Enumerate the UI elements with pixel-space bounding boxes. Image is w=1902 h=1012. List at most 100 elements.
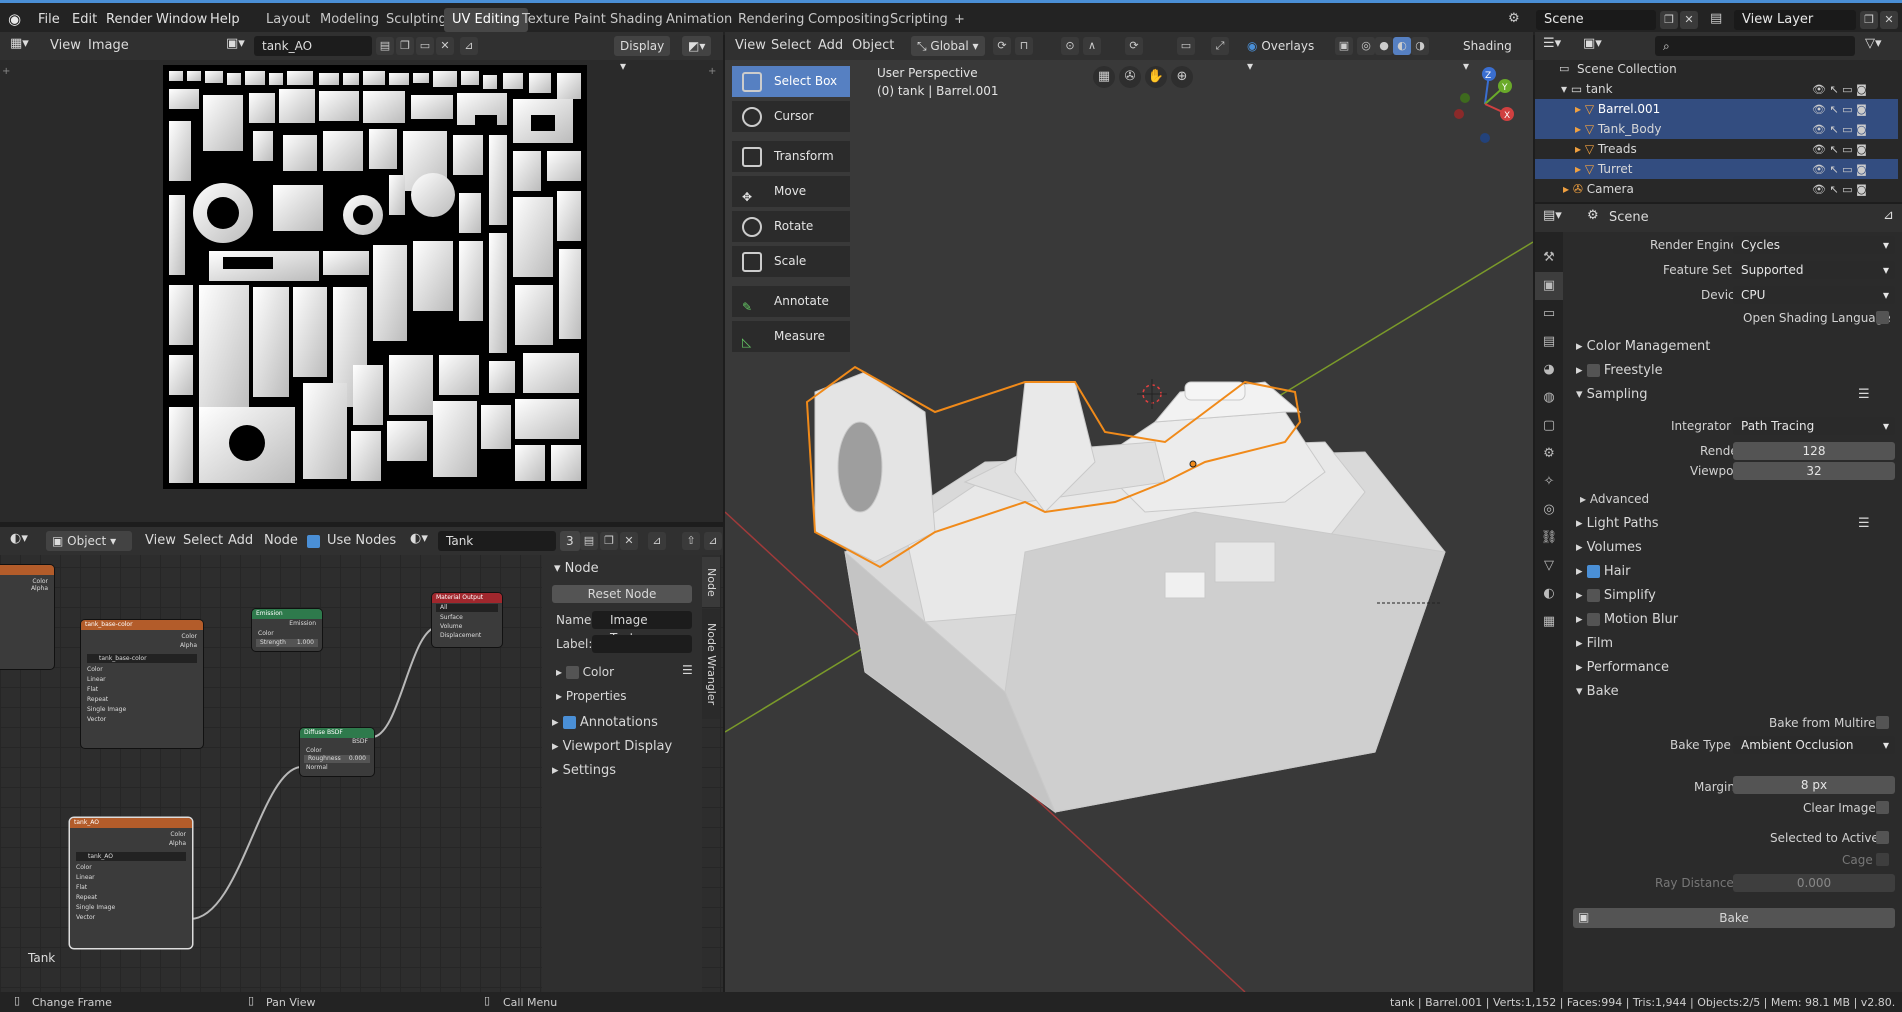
proportional-icon[interactable]: ⊙ xyxy=(1061,37,1079,55)
object-tab-icon[interactable]: ▢ xyxy=(1535,412,1563,440)
shading-rendered-icon[interactable]: ◑ xyxy=(1411,37,1429,55)
properties-subpanel[interactable]: ▸ Properties xyxy=(556,689,627,703)
physics-tab-icon[interactable]: ◎ xyxy=(1535,496,1563,524)
node-material-output[interactable]: Material Output All Surface Volume Displac… xyxy=(432,593,502,647)
settings-panel[interactable]: ▸ Settings xyxy=(552,763,616,778)
shading-dropdown[interactable]: Shading ▾ xyxy=(1457,36,1521,73)
outliner-restrict-icons[interactable]: 👁 ↖ ▭ ◙ 👁 ↖ ▭ ◙ 👁 ↖ ▭ ◙ 👁 ↖ ▭ ◙ 👁 ↖ ▭ ◙ 👁 ↖ ▭… xyxy=(1812,80,1900,200)
add-workspace-button[interactable]: + xyxy=(946,8,973,32)
tool-cursor[interactable]: Cursor xyxy=(732,101,850,132)
image-editor-corner-icon-right[interactable]: + xyxy=(708,66,716,77)
render-engine-dropdown[interactable]: Cycles ▾ xyxy=(1733,236,1895,254)
node-partial[interactable]: Color Alpha xyxy=(0,565,54,669)
image-save-icon[interactable]: ▤ xyxy=(376,37,394,55)
delete-view-layer-icon[interactable]: ✕ xyxy=(1880,11,1898,29)
menu-file[interactable]: File xyxy=(38,12,60,27)
annotations-panel[interactable]: ▸ Annotations xyxy=(552,715,658,730)
color-subpanel[interactable]: ▸ Color xyxy=(556,665,614,679)
camera-icon[interactable]: ✇ xyxy=(1119,66,1141,88)
navigation-gizmo[interactable]: Z Y X xyxy=(1445,62,1525,152)
ray-distance-field[interactable]: 0.000 xyxy=(1733,874,1895,892)
light-paths-panel[interactable]: ▸ Light Paths xyxy=(1576,516,1659,531)
light-paths-presets-icon[interactable]: ☰ xyxy=(1858,516,1870,531)
image-close-icon[interactable]: ✕ xyxy=(436,37,454,55)
editor-type-icon[interactable]: ▦▾ xyxy=(10,36,29,51)
menu-help[interactable]: Help xyxy=(210,12,240,27)
pin-icon[interactable]: ⊿ xyxy=(648,532,666,550)
menu-add[interactable]: Add xyxy=(818,38,843,53)
image-editor-corner-icon[interactable]: + xyxy=(2,66,10,77)
bake-multires-checkbox[interactable] xyxy=(1876,716,1889,729)
unlink-material-icon[interactable]: ✕ xyxy=(620,532,638,550)
list-icon[interactable]: ☰ xyxy=(682,663,693,677)
texture-tab-icon[interactable]: ▦ xyxy=(1535,608,1563,636)
display-mode-icon[interactable]: ▣▾ xyxy=(1583,36,1602,51)
overlays-dropdown[interactable]: ◉ Overlays ▾ xyxy=(1241,36,1327,73)
menu-image[interactable]: Image xyxy=(88,38,129,53)
outliner-search-input[interactable]: ⌕ xyxy=(1655,36,1855,56)
view-layer-field[interactable]: View Layer xyxy=(1734,10,1856,30)
advanced-subpanel[interactable]: ▸ Advanced xyxy=(1580,492,1649,506)
tool-move[interactable]: ✥ Move xyxy=(732,176,850,207)
delete-scene-icon[interactable]: ✕ xyxy=(1680,11,1698,29)
menu-edit[interactable]: Edit xyxy=(72,12,97,27)
image-open-icon[interactable]: ▭ xyxy=(416,37,434,55)
film-panel[interactable]: ▸ Film xyxy=(1576,636,1613,651)
tool-scale[interactable]: Scale xyxy=(732,246,850,277)
shading-material-icon[interactable]: ◐ xyxy=(1393,37,1411,55)
zoom-icon[interactable]: ⊕ xyxy=(1171,66,1193,88)
object-type-visibility-icon[interactable]: ▭ xyxy=(1177,37,1195,55)
blender-logo-icon[interactable]: ◉ xyxy=(8,10,21,28)
node-tank-ao[interactable]: tank_AO Color Alpha tank_AO Color Linear Fl… xyxy=(70,818,192,948)
tab-texture-paint[interactable]: Texture Paint xyxy=(514,8,614,32)
view-layer-tab-icon[interactable]: ▤ xyxy=(1535,328,1563,356)
label-field[interactable] xyxy=(592,635,692,653)
output-tab-icon[interactable]: ▭ xyxy=(1535,300,1563,328)
gizmo-icon[interactable]: ⟳ xyxy=(1125,37,1143,55)
tool-transform[interactable]: Transform xyxy=(732,141,850,172)
roughness-field[interactable]: Roughness 0.000 xyxy=(304,755,370,763)
scene-icon[interactable]: ⚙ xyxy=(1508,11,1520,26)
tab-layout[interactable]: Layout xyxy=(258,8,318,32)
node-panel-header[interactable]: ▾ Node xyxy=(554,561,599,576)
simplify-panel[interactable]: ▸ Simplify xyxy=(1576,588,1656,603)
snap-icon[interactable]: ⊿ xyxy=(704,532,722,550)
constraints-tab-icon[interactable]: ⛓ xyxy=(1535,524,1563,552)
material-tab-icon[interactable]: ◐ xyxy=(1535,580,1563,608)
cage-checkbox[interactable] xyxy=(1876,853,1889,866)
sampling-presets-icon[interactable]: ☰ xyxy=(1858,387,1870,402)
parent-tree-icon[interactable]: ⇧ xyxy=(682,532,700,550)
shading-solid-icon[interactable]: ● xyxy=(1375,37,1393,55)
image-pin-icon[interactable]: ⊿ xyxy=(460,37,478,55)
tool-tab-icon[interactable]: ⚒ xyxy=(1535,244,1563,272)
sampling-panel[interactable]: ▾ Sampling xyxy=(1576,387,1648,402)
filter-icon[interactable]: ▽▾ xyxy=(1865,36,1882,51)
motion-blur-panel[interactable]: ▸ Motion Blur xyxy=(1576,612,1678,627)
shading-wireframe-icon[interactable]: ◎ xyxy=(1357,37,1375,55)
display-dropdown[interactable]: Display ▾ xyxy=(614,36,670,73)
color-management-panel[interactable]: ▸ Color Management xyxy=(1576,339,1710,354)
menu-window[interactable]: Window xyxy=(156,12,207,27)
render-samples-field[interactable]: 128 xyxy=(1733,442,1895,460)
tab-animation[interactable]: Animation xyxy=(658,8,740,32)
tool-measure[interactable]: ◺ Measure xyxy=(732,321,850,352)
integrator-dropdown[interactable]: Path Tracing ▾ xyxy=(1733,417,1895,435)
pan-hand-icon[interactable]: ✋ xyxy=(1145,66,1167,88)
menu-object[interactable]: Object xyxy=(852,38,894,53)
menu-view[interactable]: View xyxy=(735,38,766,53)
freestyle-panel[interactable]: ▸ Freestyle xyxy=(1576,363,1663,378)
fake-user-icon[interactable]: ▤ xyxy=(580,532,598,550)
properties-type-icon[interactable]: ▤▾ xyxy=(1543,208,1562,223)
display-channels-icon[interactable]: ◩▾ xyxy=(682,36,712,56)
outliner-type-icon[interactable]: ☰▾ xyxy=(1543,36,1561,51)
world-tab-icon[interactable]: ◍ xyxy=(1535,384,1563,412)
menu-select[interactable]: Select xyxy=(771,38,811,53)
name-field[interactable]: Image Textur.. xyxy=(592,611,692,645)
feature-set-dropdown[interactable]: Supported ▾ xyxy=(1733,261,1895,279)
volumes-panel[interactable]: ▸ Volumes xyxy=(1576,540,1642,555)
sidebar-tab-node[interactable]: Node xyxy=(702,557,720,607)
performance-panel[interactable]: ▸ Performance xyxy=(1576,660,1669,675)
node-emission[interactable]: Emission Emission Color Strength 1.000 xyxy=(252,609,322,651)
device-dropdown[interactable]: CPU ▾ xyxy=(1733,286,1895,304)
new-scene-icon[interactable]: ❐ xyxy=(1660,11,1678,29)
